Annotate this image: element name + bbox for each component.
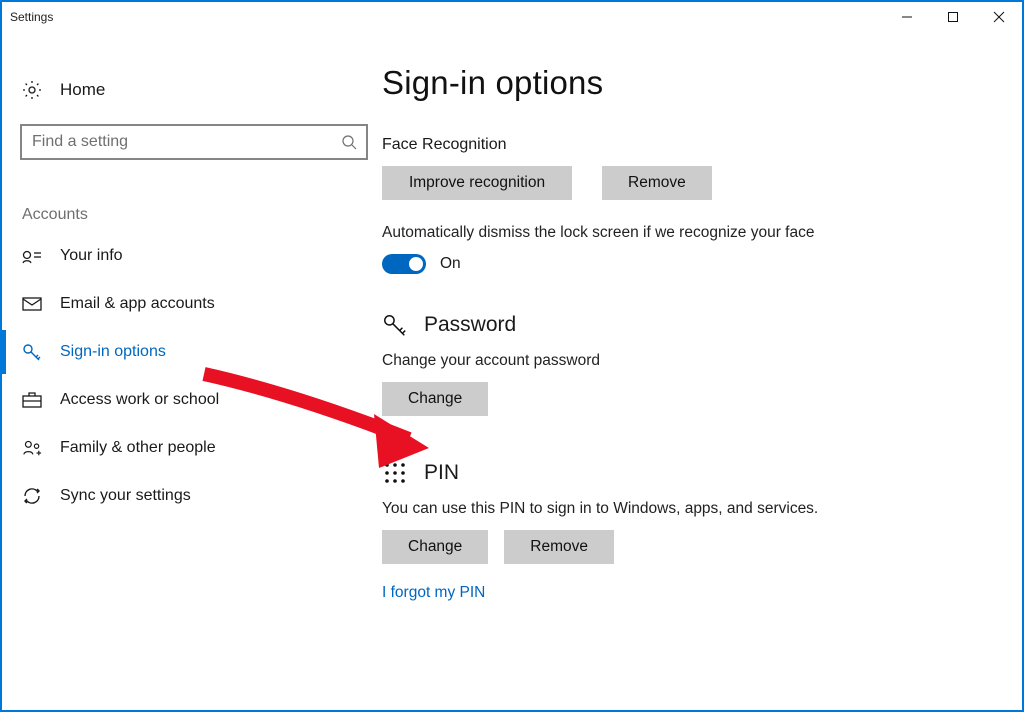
pin-pad-icon [382,460,408,486]
sidebar-item-signin-options[interactable]: Sign-in options [2,328,382,376]
nav-label: Your info [60,247,123,265]
pin-remove-button[interactable]: Remove [504,530,614,564]
pin-desc: You can use this PIN to sign in to Windo… [382,500,994,518]
improve-recognition-button[interactable]: Improve recognition [382,166,572,200]
auto-dismiss-toggle[interactable] [382,254,426,274]
face-recognition-section: Face Recognition Improve recognition Rem… [382,136,994,274]
face-recognition-title: Face Recognition [382,136,994,154]
toggle-state-label: On [440,255,461,273]
nav-label: Sign-in options [60,343,166,361]
home-label: Home [60,80,105,100]
mail-icon [22,294,42,314]
sidebar-category: Accounts [22,206,382,224]
pin-change-button[interactable]: Change [382,530,488,564]
sidebar-item-your-info[interactable]: Your info [2,232,382,280]
key-icon [22,342,42,362]
sidebar-item-family[interactable]: Family & other people [2,424,382,472]
sidebar: Home Accounts Your info [2,32,382,710]
search-input[interactable] [22,126,332,158]
sidebar-item-email-accounts[interactable]: Email & app accounts [2,280,382,328]
password-section: Password Change your account password Ch… [382,312,994,416]
close-button[interactable] [976,2,1022,32]
key-icon [382,312,408,338]
sidebar-item-sync[interactable]: Sync your settings [2,472,382,520]
maximize-button[interactable] [930,2,976,32]
content-area: Sign-in options Face Recognition Improve… [382,32,1022,710]
person-card-icon [22,246,42,266]
people-icon [22,438,42,458]
password-desc: Change your account password [382,352,994,370]
minimize-button[interactable] [884,2,930,32]
password-change-button[interactable]: Change [382,382,488,416]
titlebar: Settings [2,2,1022,32]
sidebar-item-access-work[interactable]: Access work or school [2,376,382,424]
pin-title: PIN [424,461,459,485]
nav-label: Access work or school [60,391,219,409]
forgot-pin-link[interactable]: I forgot my PIN [382,584,994,602]
pin-section: PIN You can use this PIN to sign in to W… [382,460,994,602]
nav-label: Email & app accounts [60,295,215,313]
gear-icon [22,80,42,100]
briefcase-icon [22,390,42,410]
settings-window: Settings Home [0,0,1024,712]
page-title: Sign-in options [382,64,994,102]
nav-label: Family & other people [60,439,216,457]
window-title: Settings [10,10,53,24]
face-remove-button[interactable]: Remove [602,166,712,200]
auto-dismiss-label: Automatically dismiss the lock screen if… [382,224,994,242]
search-box[interactable] [20,124,368,160]
password-title: Password [424,313,516,337]
caption-buttons [884,2,1022,32]
sync-icon [22,486,42,506]
search-icon [332,134,366,150]
nav-label: Sync your settings [60,487,191,505]
sidebar-home[interactable]: Home [2,72,382,110]
